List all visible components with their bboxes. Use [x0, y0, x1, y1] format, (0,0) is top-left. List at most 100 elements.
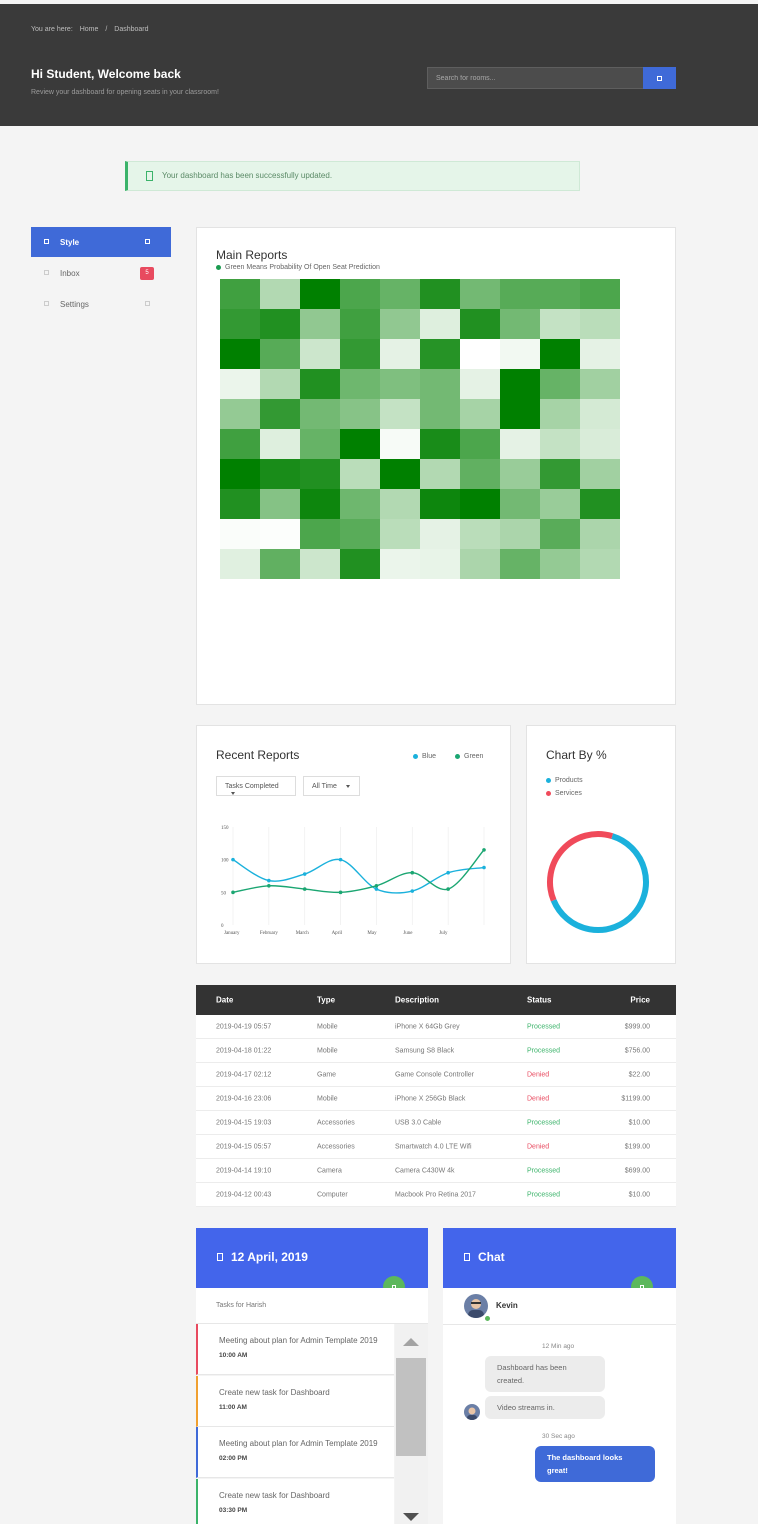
table-row[interactable]: 2019-04-17 02:12 Game Game Console Control…: [196, 1063, 676, 1087]
task-item[interactable]: Meeting about plan for Admin Template 20…: [196, 1324, 394, 1375]
top-header: You are here: Home / Dashboard Hi Studen…: [0, 4, 758, 126]
table-row[interactable]: 2019-04-12 00:43 Computer Macbook Pro Reti…: [196, 1183, 676, 1207]
data-point: [374, 887, 379, 891]
heatmap-cell: [260, 519, 300, 549]
task-time: 02:00 PM: [219, 1455, 248, 1462]
price-cell: $756.00: [624, 1047, 650, 1054]
data-point: [302, 872, 307, 876]
breadcrumb: You are here: Home / Dashboard: [31, 26, 154, 33]
tasks-filter-dropdown[interactable]: Tasks Completed: [216, 776, 296, 796]
heatmap-cell: [580, 489, 620, 519]
table-row[interactable]: 2019-04-15 05:57 Accessories Smartwatch 4.…: [196, 1135, 676, 1159]
heatmap-cell: [380, 489, 420, 519]
column-header-date[interactable]: Date: [216, 996, 233, 1005]
heatmap-cell: [220, 339, 260, 369]
heatmap-cell: [300, 279, 340, 309]
heatmap-cell: [580, 429, 620, 459]
tasks-subtitle: Tasks for Harish: [216, 1302, 267, 1309]
heatmap-cell: [220, 279, 260, 309]
heatmap-cell: [460, 429, 500, 459]
task-time: 10:00 AM: [219, 1352, 248, 1359]
heatmap-cell: [580, 549, 620, 579]
task-item[interactable]: Create new task for Dashboard 11:00 AM: [196, 1375, 394, 1427]
sidebar-item-inbox[interactable]: Inbox 5: [31, 258, 171, 288]
heatmap-cell: [260, 429, 300, 459]
chat-body: Kevin 12 Min ago Dashboard has been crea…: [443, 1288, 676, 1524]
heatmap-cell: [300, 369, 340, 399]
scroll-up-icon[interactable]: [403, 1338, 419, 1346]
chevron-right-icon: [145, 301, 150, 306]
heatmap-cell: [340, 459, 380, 489]
task-item[interactable]: Meeting about plan for Admin Template 20…: [196, 1427, 394, 1478]
chat-message-own: The dashboard looks great!: [535, 1446, 655, 1482]
table-row[interactable]: 2019-04-19 05:57 Mobile iPhone X 64Gb Grey…: [196, 1015, 676, 1039]
type-cell: Computer: [317, 1191, 348, 1198]
column-header-price[interactable]: Price: [630, 996, 650, 1005]
breadcrumb-home-link[interactable]: Home: [80, 26, 99, 33]
heatmap-cell: [300, 429, 340, 459]
description-cell: iPhone X 256Gb Black: [395, 1095, 466, 1102]
chevron-right-icon: [145, 239, 150, 244]
heatmap-cell: [500, 369, 540, 399]
heatmap-cell: [260, 459, 300, 489]
table-row[interactable]: 2019-04-15 19:03 Accessories USB 3.0 Cable…: [196, 1111, 676, 1135]
task-item[interactable]: Create new task for Dashboard 03:30 PM: [196, 1478, 394, 1524]
inbox-icon: [44, 270, 49, 275]
date-cell: 2019-04-15 05:57: [216, 1143, 272, 1150]
column-header-status[interactable]: Status: [527, 996, 551, 1005]
data-point: [482, 865, 486, 870]
x-tick-label: April: [332, 931, 343, 936]
scroll-down-icon[interactable]: [403, 1513, 419, 1521]
heatmap-cell: [220, 309, 260, 339]
sidebar-item-settings[interactable]: Settings: [31, 289, 171, 319]
heatmap-cell: [220, 429, 260, 459]
chat-user-name: Kevin: [496, 1301, 518, 1310]
date-cell: 2019-04-17 02:12: [216, 1071, 272, 1078]
column-header-type[interactable]: Type: [317, 996, 335, 1005]
legend-label: Services: [555, 790, 582, 797]
heatmap-cell: [580, 459, 620, 489]
sidebar-item-style[interactable]: Style: [31, 227, 171, 257]
price-cell: $10.00: [628, 1191, 650, 1198]
donut-chart: [547, 831, 649, 933]
table-row[interactable]: 2019-04-18 01:22 Mobile Samsung S8 Black Pr…: [196, 1039, 676, 1063]
price-cell: $22.00: [628, 1071, 650, 1078]
status-cell: Processed: [527, 1167, 561, 1174]
type-cell: Mobile: [317, 1023, 338, 1030]
legend-products: Products: [546, 777, 583, 784]
table-row[interactable]: 2019-04-14 19:10 Camera Camera C430W 4k Pro…: [196, 1159, 676, 1183]
table-row[interactable]: 2019-04-16 23:06 Mobile iPhone X 256Gb Bla…: [196, 1087, 676, 1111]
price-cell: $199.00: [624, 1143, 650, 1150]
scroll-thumb[interactable]: [396, 1358, 426, 1456]
sidebar-item-label: Style: [60, 238, 80, 247]
data-point: [338, 857, 343, 862]
heatmap-cell: [380, 279, 420, 309]
time-filter-dropdown[interactable]: All Time: [303, 776, 360, 796]
heatmap-cell: [420, 489, 460, 519]
donut-slice-products: [550, 833, 649, 933]
x-tick-label: May: [367, 931, 377, 936]
heatmap-cell: [380, 459, 420, 489]
task-scrollbar[interactable]: [395, 1324, 428, 1524]
heatmap-cell: [340, 279, 380, 309]
column-header-description[interactable]: Description: [395, 996, 439, 1005]
heatmap-cell: [260, 339, 300, 369]
heatmap-cell: [260, 369, 300, 399]
breadcrumb-current[interactable]: Dashboard: [114, 26, 148, 33]
breadcrumb-separator: /: [105, 26, 108, 33]
heatmap-cell: [500, 309, 540, 339]
main-reports-legend: Green Means Probability Of Open Seat Pre…: [216, 264, 380, 271]
description-cell: iPhone X 64Gb Grey: [395, 1023, 460, 1030]
heatmap-cell: [420, 309, 460, 339]
heatmap-cell: [380, 339, 420, 369]
page-subtitle: Review your dashboard for opening seats …: [31, 89, 219, 96]
heatmap-cell: [460, 279, 500, 309]
heatmap-cell: [340, 399, 380, 429]
dropdown-value: Tasks Completed: [225, 783, 279, 790]
settings-icon: [44, 301, 49, 306]
search-input[interactable]: [427, 67, 644, 89]
legend-label: Products: [555, 777, 583, 784]
heatmap-cell: [340, 369, 380, 399]
search-button[interactable]: [643, 67, 676, 89]
chart-pct-title: Chart By %: [546, 748, 607, 762]
